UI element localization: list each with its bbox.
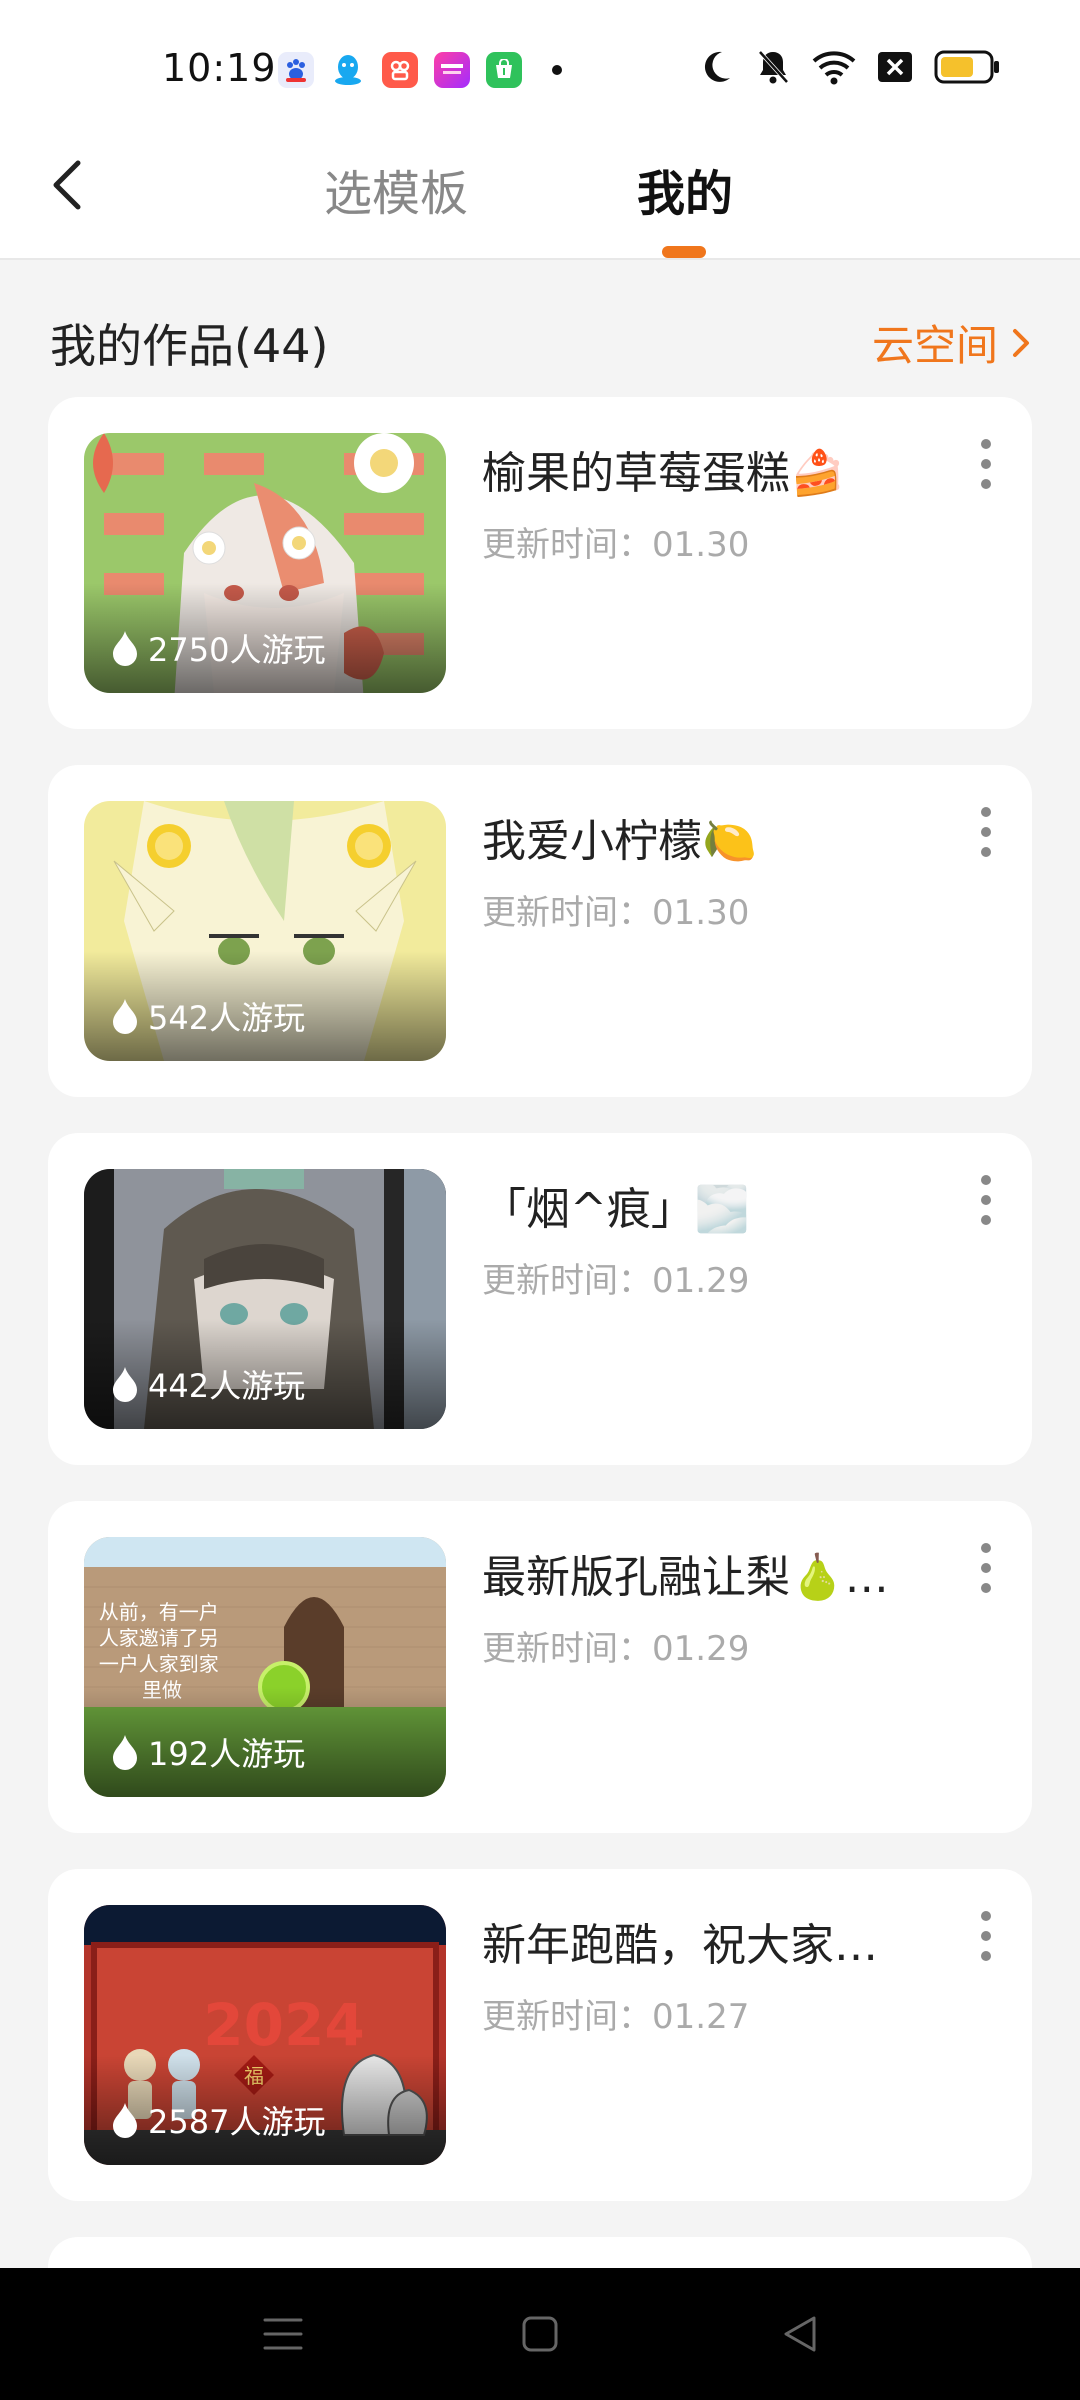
battery-icon bbox=[934, 50, 999, 84]
work-updated-time: 更新时间：01.30 bbox=[482, 893, 750, 933]
lemon-anime-thumbnail[interactable]: 542人游玩 bbox=[84, 801, 446, 1061]
work-card[interactable]: 从前，有一户 人家邀请了另 一户人家到家 里做 192人游玩 最新版孔融让梨🍐…… bbox=[48, 1501, 1032, 1833]
more-options-icon[interactable] bbox=[976, 439, 996, 489]
work-updated-time: 更新时间：01.27 bbox=[482, 1997, 750, 2037]
work-card[interactable]: 542人游玩 我爱小柠檬🍋 更新时间：01.30 bbox=[48, 765, 1032, 1097]
wifi-icon bbox=[812, 51, 856, 85]
chevron-right-icon bbox=[1013, 328, 1029, 357]
flame-icon bbox=[113, 631, 137, 666]
flame-icon bbox=[113, 2103, 137, 2138]
work-title[interactable]: 榆果的草莓蛋糕🍰 bbox=[482, 437, 845, 501]
work-title[interactable]: 「烟^痕」🌫️ bbox=[482, 1173, 750, 1237]
moon-icon bbox=[704, 51, 730, 82]
work-updated-time: 更新时间：01.29 bbox=[482, 1261, 750, 1301]
work-updated-time: 更新时间：01.30 bbox=[482, 525, 750, 565]
system-navigation-bar bbox=[0, 2268, 1080, 2400]
story-line-2: 人家邀请了另 bbox=[99, 1626, 219, 1650]
grey-anime-thumbnail[interactable]: 442人游玩 bbox=[84, 1169, 446, 1429]
play-count: 542人游玩 bbox=[110, 993, 305, 1039]
baidu-app-icon bbox=[278, 52, 314, 88]
work-title[interactable]: 我爱小柠檬🍋 bbox=[482, 805, 757, 869]
kuaishou-app-icon bbox=[382, 52, 418, 88]
work-card[interactable]: 2024 福 2587人游玩 新年跑酷，祝大家… 更新时间：01.27 bbox=[48, 1869, 1032, 2201]
more-options-icon[interactable] bbox=[976, 807, 996, 857]
new-year-2024-thumbnail[interactable]: 2024 福 2587人游玩 bbox=[84, 1905, 446, 2165]
shop-app-icon bbox=[486, 52, 522, 88]
work-card[interactable]: 442人游玩 「烟^痕」🌫️ 更新时间：01.29 bbox=[48, 1133, 1032, 1465]
cloud-space-label: 云空间 bbox=[871, 321, 998, 370]
work-title[interactable]: 最新版孔融让梨🍐… bbox=[482, 1541, 889, 1605]
store-app-icon bbox=[434, 52, 470, 88]
tab-templates[interactable]: 选模板 bbox=[324, 154, 468, 224]
work-card[interactable]: 2750人游玩 榆果的草莓蛋糕🍰 更新时间：01.30 bbox=[48, 397, 1032, 729]
story-line-3: 一户人家到家 bbox=[99, 1652, 219, 1676]
play-count: 2587人游玩 bbox=[110, 2097, 325, 2143]
play-count-label: 2750人游玩 bbox=[148, 631, 326, 669]
work-title[interactable]: 新年跑酷，祝大家… bbox=[482, 1909, 878, 1973]
play-count: 2750人游玩 bbox=[110, 625, 325, 671]
works-list: 2750人游玩 榆果的草莓蛋糕🍰 更新时间：01.30 542人游玩 我爱小柠檬… bbox=[48, 397, 1032, 2297]
more-notifications-icon bbox=[552, 65, 562, 75]
active-tab-indicator bbox=[662, 246, 706, 258]
cloud-space-link[interactable]: 云空间 bbox=[872, 312, 1030, 373]
system-status-icons bbox=[700, 48, 1000, 86]
more-options-icon[interactable] bbox=[976, 1175, 996, 1225]
menu-icon[interactable] bbox=[262, 2314, 304, 2354]
play-count-label: 192人游玩 bbox=[148, 1735, 306, 1773]
pear-story-thumbnail[interactable]: 从前，有一户 人家邀请了另 一户人家到家 里做 192人游玩 bbox=[84, 1537, 446, 1797]
home-icon[interactable] bbox=[520, 2314, 560, 2354]
top-tab-bar: 选模板 我的 bbox=[0, 140, 1080, 260]
play-count-label: 2587人游玩 bbox=[148, 2103, 326, 2141]
tab-mine[interactable]: 我的 bbox=[637, 154, 733, 224]
more-options-icon[interactable] bbox=[976, 1911, 996, 1961]
my-works-title: 我的作品(44) bbox=[50, 319, 329, 373]
play-count-label: 542人游玩 bbox=[148, 999, 306, 1037]
qq-app-icon bbox=[330, 52, 366, 88]
play-count: 442人游玩 bbox=[110, 1361, 305, 1407]
status-time: 10:19 bbox=[162, 46, 277, 90]
year-2024-text: 2024 bbox=[203, 1991, 364, 2059]
status-bar: 10:19 bbox=[0, 0, 1080, 140]
notification-app-icons bbox=[278, 52, 562, 88]
strawberry-anime-thumbnail[interactable]: 2750人游玩 bbox=[84, 433, 446, 693]
story-line-1: 从前，有一户 bbox=[99, 1600, 219, 1624]
mute-bell-icon bbox=[758, 50, 789, 84]
play-count: 192人游玩 bbox=[110, 1729, 305, 1775]
back-arrow-icon[interactable] bbox=[40, 155, 100, 215]
flame-icon bbox=[113, 999, 137, 1034]
play-count-label: 442人游玩 bbox=[148, 1367, 306, 1405]
work-updated-time: 更新时间：01.29 bbox=[482, 1629, 750, 1669]
flame-icon bbox=[113, 1367, 137, 1402]
sim-off-icon bbox=[878, 52, 912, 82]
back-triangle-icon[interactable] bbox=[780, 2314, 820, 2354]
flame-icon bbox=[113, 1735, 137, 1770]
more-options-icon[interactable] bbox=[976, 1543, 996, 1593]
